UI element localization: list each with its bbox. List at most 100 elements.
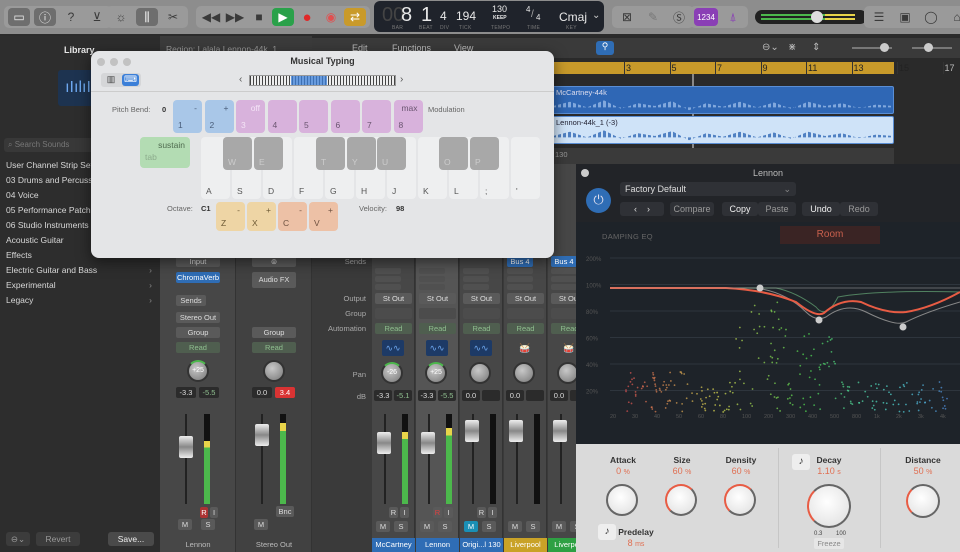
- region-130[interactable]: 130: [552, 148, 894, 164]
- help-icon[interactable]: ?: [60, 8, 82, 26]
- record-enable-button[interactable]: R: [389, 507, 398, 518]
- white-piano-key[interactable]: ': [511, 137, 540, 199]
- automation-mode[interactable]: Read: [419, 323, 456, 334]
- input-monitor-button[interactable]: I: [444, 507, 453, 518]
- solo-button[interactable]: S: [526, 521, 540, 532]
- octave-key[interactable]: + X: [247, 202, 276, 231]
- number-key[interactable]: 5: [299, 100, 328, 133]
- record-enable-button[interactable]: R: [433, 507, 442, 518]
- library-options-button[interactable]: ⊖⌄: [6, 532, 30, 546]
- group-slot[interactable]: [375, 308, 412, 319]
- volume-fader[interactable]: [553, 420, 567, 442]
- previous-preset-icon[interactable]: ‹: [634, 204, 647, 214]
- group-slot[interactable]: [419, 308, 456, 319]
- output-slot[interactable]: St Out: [419, 293, 456, 304]
- plugin-slot-chromaverb[interactable]: ChromaVerb: [176, 272, 220, 283]
- mute-button[interactable]: M: [508, 521, 522, 532]
- mute-button[interactable]: M: [420, 521, 434, 532]
- volume-fader[interactable]: [377, 432, 391, 454]
- catch-icon[interactable]: ⚲: [596, 41, 614, 55]
- pan-knob[interactable]: [469, 362, 491, 384]
- group-slot[interactable]: Group: [252, 327, 296, 338]
- send-slot-empty[interactable]: [419, 284, 445, 290]
- sustain-key[interactable]: sustain tab: [140, 137, 190, 168]
- black-piano-key[interactable]: P: [470, 137, 499, 170]
- output-slot[interactable]: Stereo Out: [176, 312, 220, 323]
- number-key[interactable]: max 8: [393, 100, 423, 133]
- distance-knob[interactable]: [906, 484, 940, 518]
- number-key[interactable]: 6: [330, 100, 360, 133]
- automation-mode[interactable]: Read: [176, 342, 220, 353]
- send-slot-empty[interactable]: [419, 276, 445, 282]
- power-icon[interactable]: ⏻: [586, 188, 611, 213]
- eq-handle-3[interactable]: [899, 323, 907, 331]
- input-monitor-button[interactable]: I: [210, 507, 218, 518]
- stop-icon[interactable]: ■: [248, 8, 270, 26]
- rewind-icon[interactable]: ◀◀: [200, 8, 222, 26]
- channel-name[interactable]: Origi...l 130: [460, 538, 503, 552]
- capture-record-icon[interactable]: ◉: [320, 8, 342, 26]
- group-slot[interactable]: [507, 308, 544, 319]
- pan-knob[interactable]: -26: [381, 362, 403, 384]
- vertical-zoom-handle[interactable]: [880, 43, 889, 52]
- snap-icon[interactable]: ⇕: [812, 42, 820, 53]
- volume-fader[interactable]: [509, 420, 523, 442]
- chevron-down-icon[interactable]: ⌄: [592, 10, 600, 21]
- input-monitor-button[interactable]: I: [488, 507, 497, 518]
- number-key[interactable]: -1: [173, 100, 202, 133]
- mute-button[interactable]: M: [376, 521, 390, 532]
- send-slot-empty[interactable]: [507, 276, 533, 282]
- pan-knob[interactable]: [263, 360, 285, 382]
- pan-knob[interactable]: +25: [425, 362, 447, 384]
- output-slot[interactable]: St Out: [507, 293, 544, 304]
- solo-button[interactable]: S: [201, 519, 215, 530]
- keyboard-range-selection[interactable]: [291, 76, 327, 85]
- inspector-icon[interactable]: ⓘ: [34, 8, 56, 26]
- record-icon[interactable]: ●: [296, 8, 318, 26]
- number-key[interactable]: off 3: [236, 100, 265, 133]
- smart-controls-icon[interactable]: ☼: [110, 8, 132, 26]
- number-key[interactable]: 7: [362, 100, 391, 133]
- download-icon[interactable]: ⊻: [86, 8, 108, 26]
- output-slot[interactable]: St Out: [463, 293, 500, 304]
- metronome-icon[interactable]: ⍋: [722, 8, 744, 26]
- density-knob[interactable]: [724, 484, 756, 516]
- eq-handle-1[interactable]: [756, 284, 764, 292]
- piano-keyboard-icon[interactable]: ▥: [103, 74, 119, 86]
- sends-slot[interactable]: Sends: [176, 295, 206, 306]
- velocity-key[interactable]: + V: [309, 202, 338, 231]
- mute-button[interactable]: M: [552, 521, 566, 532]
- region-mccartney[interactable]: McCartney-44k: [552, 86, 894, 114]
- automation-icon[interactable]: ⊖⌄: [762, 42, 779, 53]
- pan-knob[interactable]: [513, 362, 535, 384]
- channel-name[interactable]: Lennon: [416, 538, 459, 552]
- solo-button[interactable]: S: [438, 521, 452, 532]
- count-in-button[interactable]: 1234: [694, 8, 718, 26]
- black-piano-key[interactable]: O: [439, 137, 468, 170]
- paste-button[interactable]: Paste: [758, 202, 796, 216]
- volume-handle[interactable]: [811, 11, 823, 23]
- automation-mode[interactable]: Read: [463, 323, 500, 334]
- send-slot-empty[interactable]: [463, 276, 489, 282]
- solo-button[interactable]: S: [482, 521, 496, 532]
- mute-button[interactable]: M: [464, 521, 478, 532]
- send-slot-empty[interactable]: [419, 268, 445, 274]
- send-slot-empty[interactable]: [463, 268, 489, 274]
- horizontal-zoom-handle[interactable]: [924, 43, 933, 52]
- send-slot-empty[interactable]: [375, 284, 401, 290]
- send-slot-empty[interactable]: [463, 284, 489, 290]
- list-editors-icon[interactable]: ☰: [868, 8, 890, 26]
- decay-knob[interactable]: [807, 484, 851, 528]
- eq-handle-2[interactable]: [815, 316, 823, 324]
- mute-button[interactable]: M: [254, 519, 268, 530]
- volume-fader[interactable]: [421, 432, 435, 454]
- record-enable-button[interactable]: R: [477, 507, 486, 518]
- keyboard-range-overview[interactable]: [249, 75, 396, 86]
- editors-icon[interactable]: ✂: [162, 8, 184, 26]
- library-icon[interactable]: ▭: [8, 8, 30, 26]
- save-button[interactable]: Save...: [108, 532, 154, 546]
- region-lennon[interactable]: Lennon-44k_1 (-3): [552, 116, 894, 144]
- number-key[interactable]: +2: [204, 100, 234, 133]
- black-piano-key[interactable]: W: [223, 137, 252, 170]
- browser-icon[interactable]: ⌂: [946, 8, 960, 26]
